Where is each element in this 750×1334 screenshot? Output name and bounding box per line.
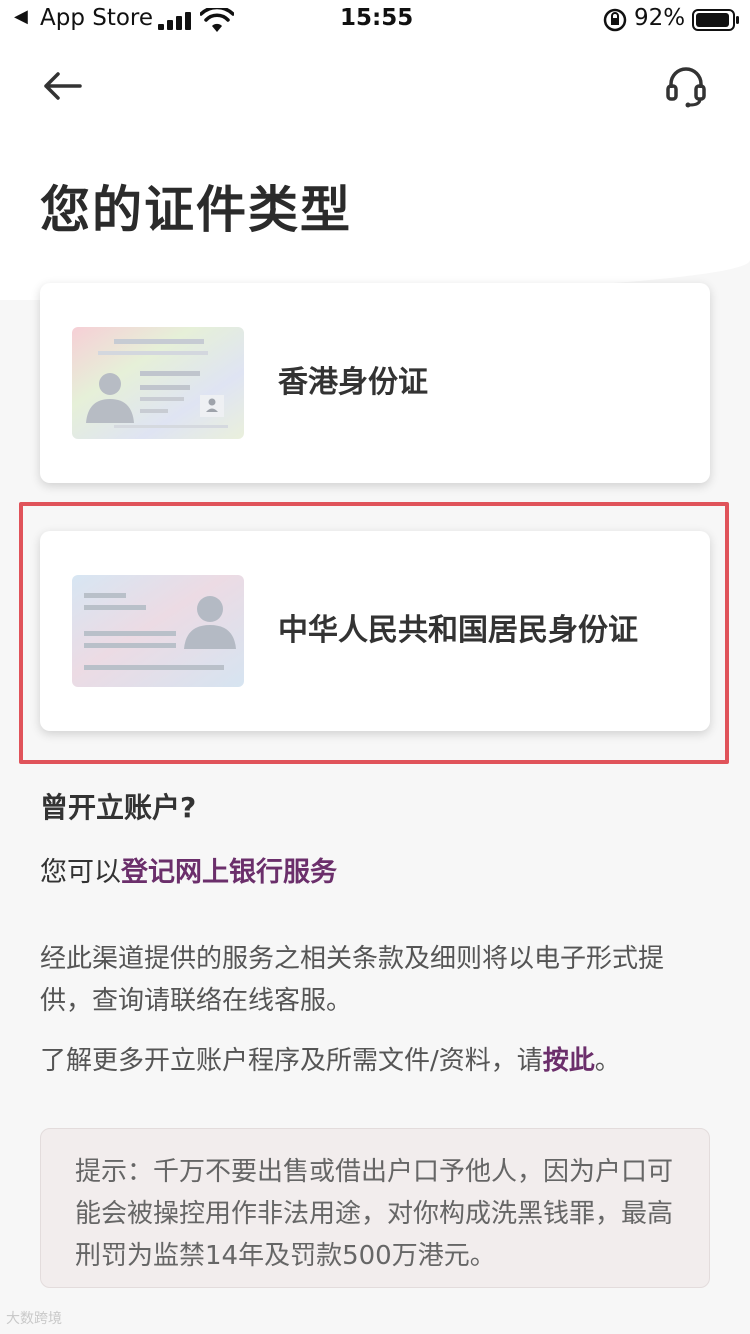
- more-info-prefix: 了解更多开立账户程序及所需文件/资料，请: [40, 1046, 543, 1076]
- status-time: 15:55: [340, 5, 414, 31]
- register-prefix: 您可以: [40, 857, 121, 888]
- status-back-app-label[interactable]: App Store: [40, 5, 153, 31]
- headset-icon[interactable]: [664, 64, 708, 110]
- more-info-suffix: 。: [594, 1046, 621, 1076]
- battery-percentage: 92%: [634, 5, 686, 31]
- hk-id-card-icon: [72, 327, 244, 439]
- status-bar: ◀ App Store 15:55 92%: [0, 0, 750, 40]
- more-info-line: 了解更多开立账户程序及所需文件/资料，请按此。: [40, 1040, 621, 1077]
- id-type-option-prc-id[interactable]: 中华人民共和国居民身份证: [40, 531, 710, 731]
- arrow-left-icon[interactable]: [40, 66, 86, 106]
- warning-tip-text: 提示：千万不要出售或借出户口予他人，因为户口可能会被操控用作非法用途，对你构成洗…: [75, 1157, 674, 1271]
- battery-icon: [692, 9, 739, 31]
- rotation-lock-icon: [603, 8, 627, 32]
- id-type-option-hk-id[interactable]: 香港身份证: [40, 283, 710, 483]
- wifi-icon: [200, 8, 234, 32]
- cellular-signal-icon: [158, 12, 194, 30]
- id-type-label: 香港身份证: [278, 365, 428, 400]
- register-online-banking-line: 您可以登记网上银行服务: [40, 850, 337, 889]
- header-background: [0, 0, 750, 300]
- id-type-label: 中华人民共和国居民身份证: [278, 613, 638, 648]
- watermark: 大数跨境: [6, 1311, 62, 1327]
- prc-id-card-icon: [72, 575, 244, 687]
- register-online-banking-link[interactable]: 登记网上银行服务: [121, 857, 337, 888]
- existing-account-title: 曾开立账户?: [40, 791, 197, 824]
- warning-tip-box: 提示：千万不要出售或借出户口予他人，因为户口可能会被操控用作非法用途，对你构成洗…: [40, 1128, 710, 1288]
- terms-notice: 经此渠道提供的服务之相关条款及细则将以电子形式提供，查询请联络在线客服。: [40, 944, 665, 1016]
- more-info-link[interactable]: 按此: [543, 1046, 595, 1076]
- page-title: 您的证件类型: [40, 181, 352, 239]
- status-back-icon[interactable]: ◀: [14, 6, 28, 27]
